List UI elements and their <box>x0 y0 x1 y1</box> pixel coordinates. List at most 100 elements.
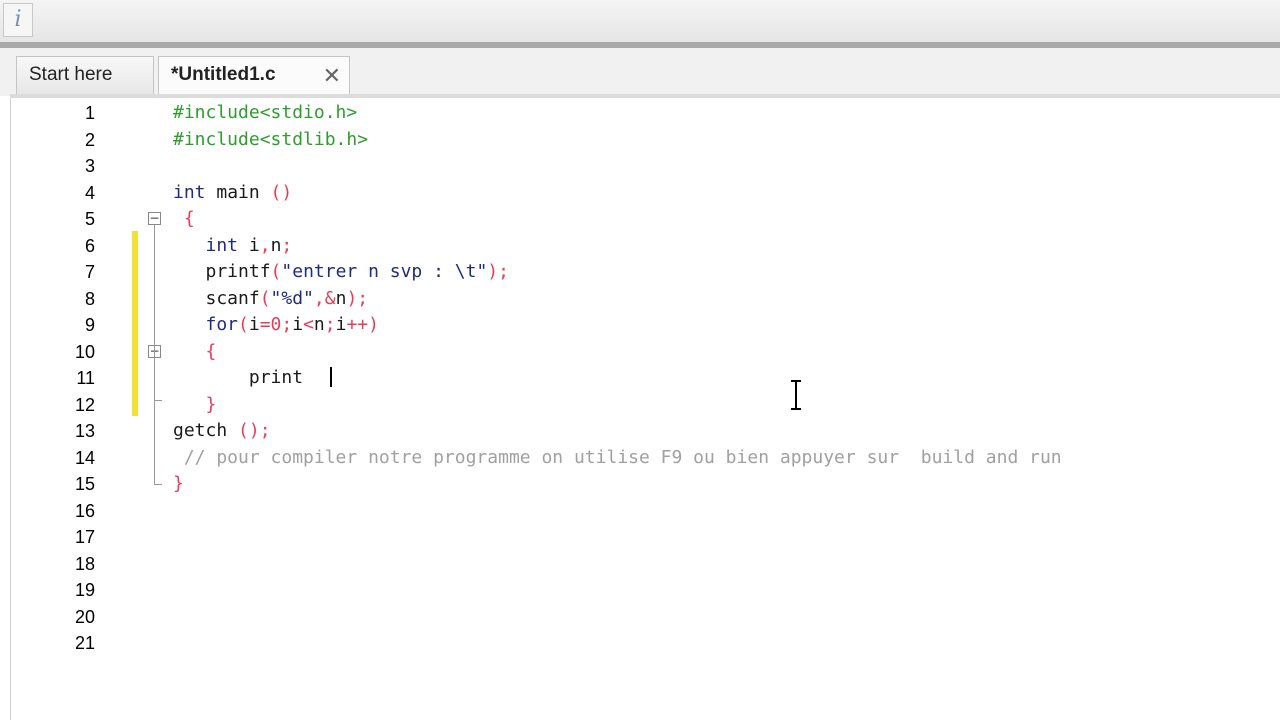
code-token: for <box>173 314 239 335</box>
code-line[interactable]: 6 int i,n; <box>11 233 1280 260</box>
code-text: for(i=0;i<n;i++) <box>173 312 379 339</box>
code-token: ); <box>346 287 369 309</box>
code-token: // pour compiler notre programme on util… <box>173 446 1062 468</box>
code-line[interactable]: 15} <box>11 471 1280 498</box>
code-text: { <box>173 339 217 366</box>
tab-untitled1[interactable]: *Untitled1.c ✕ <box>158 56 350 94</box>
code-token: , <box>259 234 271 256</box>
code-token: print <box>173 367 304 388</box>
code-line[interactable]: 1 #include<stdio.h> <box>11 100 1280 127</box>
code-line[interactable]: 10 { <box>11 339 1280 366</box>
code-token: i <box>248 314 260 335</box>
code-line[interactable]: 9 for(i=0;i<n;i++) <box>11 312 1280 339</box>
line-number: 5 <box>84 209 95 229</box>
code-line[interactable]: 8 scanf("%d",&n); <box>11 286 1280 313</box>
code-token: n <box>313 314 325 335</box>
code-line[interactable]: 2 #include<stdlib.h> <box>11 127 1280 154</box>
code-line[interactable]: 14 // pour compiler notre programme on u… <box>11 445 1280 472</box>
code-token: int <box>173 234 239 256</box>
line-number: 21 <box>74 633 95 653</box>
line-number: 2 <box>84 129 95 150</box>
code-token: ( <box>270 261 282 282</box>
code-token: printf <box>173 261 271 282</box>
code-token: i <box>292 314 304 335</box>
line-number: 13 <box>74 421 95 441</box>
code-token: i <box>238 234 260 256</box>
code-token: } <box>173 473 184 494</box>
code-token: < <box>303 314 314 335</box>
code-token: main <box>205 181 271 203</box>
code-token: scanf <box>173 287 260 309</box>
line-number: 20 <box>74 606 95 627</box>
code-token: "entrer n svp : \t" <box>281 261 488 282</box>
code-token: i <box>335 314 347 335</box>
code-token: #include<stdio.h> <box>173 102 358 123</box>
line-number: 1 <box>84 103 95 123</box>
code-line[interactable]: 7 printf("entrer n svp : \t"); <box>11 259 1280 286</box>
line-number: 9 <box>84 315 95 335</box>
code-line[interactable]: 12 } <box>11 392 1280 419</box>
tab-strip: Start here *Untitled1.c ✕ <box>0 48 1280 96</box>
code-text: { <box>173 206 195 233</box>
line-number: 12 <box>74 394 95 415</box>
code-token: n <box>270 234 282 256</box>
code-line[interactable]: 19 <box>11 577 1280 604</box>
code-token: =0; <box>259 314 293 335</box>
code-text: int i,n; <box>173 233 293 260</box>
tab-label: Start here <box>29 64 113 85</box>
code-text: // pour compiler notre programme on util… <box>173 445 1062 472</box>
code-token: ,& <box>313 287 336 309</box>
code-line[interactable]: 16 <box>11 498 1280 525</box>
code-line[interactable]: 5 { <box>11 206 1280 233</box>
code-line[interactable]: 17 <box>11 524 1280 551</box>
code-token: ( <box>238 314 249 335</box>
line-number: 4 <box>84 182 95 203</box>
code-token: (); <box>238 420 271 441</box>
code-text: #include<stdlib.h> <box>173 127 368 154</box>
code-token: int <box>173 181 206 203</box>
code-line[interactable]: 11 print <box>11 365 1280 392</box>
code-token: "%d" <box>270 287 314 309</box>
line-number: 14 <box>74 447 95 468</box>
code-token: { <box>173 208 195 229</box>
code-text: getch (); <box>173 418 271 445</box>
toolbar: i <box>0 0 1280 43</box>
line-number: 3 <box>84 156 95 176</box>
code-text: } <box>173 471 184 498</box>
code-token: ( <box>259 287 271 309</box>
code-token: { <box>173 340 217 362</box>
code-token: ); <box>487 261 509 282</box>
code-token: getch <box>173 420 239 441</box>
line-number: 19 <box>74 580 95 600</box>
line-number: 18 <box>74 553 95 574</box>
code-text: #include<stdio.h> <box>173 100 357 127</box>
code-line[interactable]: 20 <box>11 604 1280 631</box>
code-token: ++) <box>346 314 379 335</box>
line-number: 16 <box>74 500 95 521</box>
line-number: 17 <box>74 527 95 547</box>
code-token: } <box>173 393 217 415</box>
code-text: printf("entrer n svp : \t"); <box>173 259 509 286</box>
code-token: ; <box>281 234 293 256</box>
code-line[interactable]: 4 int main () <box>11 180 1280 207</box>
line-number: 6 <box>84 235 95 256</box>
code-text: print <box>173 365 303 392</box>
code-token: n <box>335 287 347 309</box>
code-token: () <box>270 181 293 203</box>
tab-label: *Untitled1.c <box>171 64 276 85</box>
tab-start-here[interactable]: Start here <box>16 56 154 94</box>
code-editor[interactable]: − − 1#include<stdio.h>2#include<stdlib.h… <box>10 98 1280 720</box>
code-line[interactable]: 13 getch (); <box>11 418 1280 445</box>
code-line[interactable]: 3 <box>11 153 1280 180</box>
code-line[interactable]: 21 <box>11 630 1280 657</box>
close-icon[interactable]: ✕ <box>323 58 341 94</box>
code-token: ; <box>324 314 336 335</box>
line-number: 15 <box>74 474 95 494</box>
code-line[interactable]: 18 <box>11 551 1280 578</box>
line-number: 7 <box>84 262 95 282</box>
app-icon[interactable]: i <box>3 3 33 37</box>
line-number: 11 <box>76 368 95 388</box>
code-text: scanf("%d",&n); <box>173 286 369 313</box>
code-token: #include<stdlib.h> <box>173 128 369 150</box>
line-number: 10 <box>74 341 95 362</box>
